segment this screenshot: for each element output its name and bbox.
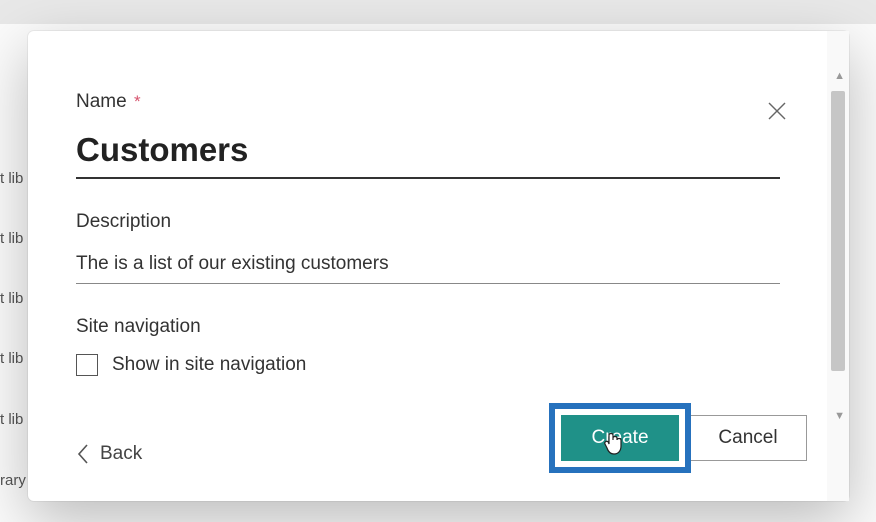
show-in-nav-row: Show in site navigation xyxy=(76,354,779,376)
description-input[interactable] xyxy=(76,247,780,284)
create-button-label: Create xyxy=(591,427,648,449)
cancel-button[interactable]: Cancel xyxy=(689,415,807,461)
create-list-dialog: ▲ ▼ Name * Description Site navigation S… xyxy=(28,31,849,501)
name-field-group: Name * xyxy=(76,91,779,179)
back-button[interactable]: Back xyxy=(76,443,142,465)
scrollbar-track[interactable]: ▲ ▼ xyxy=(827,31,849,501)
dialog-button-row: Create Cancel xyxy=(549,403,807,473)
chevron-left-icon xyxy=(76,443,90,465)
scroll-down-icon[interactable]: ▼ xyxy=(834,411,845,422)
show-in-nav-label: Show in site navigation xyxy=(112,354,306,376)
description-field-group: Description xyxy=(76,211,779,284)
bg-list-item: t lib xyxy=(0,290,23,307)
name-label-text: Name xyxy=(76,91,127,112)
scrollbar-thumb[interactable] xyxy=(831,91,845,371)
name-input[interactable] xyxy=(76,127,780,179)
background-toolbar xyxy=(0,0,876,24)
scroll-up-icon[interactable]: ▲ xyxy=(834,71,845,82)
site-navigation-group: Site navigation Show in site navigation xyxy=(76,316,779,376)
name-label: Name * xyxy=(76,91,779,113)
site-navigation-label: Site navigation xyxy=(76,316,779,338)
bg-list-item: rary xyxy=(0,472,26,489)
bg-list-item: t lib xyxy=(0,170,23,187)
bg-list-item: t lib xyxy=(0,350,23,367)
cancel-button-label: Cancel xyxy=(718,427,777,449)
bg-list-item: t lib xyxy=(0,411,23,428)
required-indicator: * xyxy=(134,92,141,111)
description-label: Description xyxy=(76,211,779,233)
show-in-nav-checkbox[interactable] xyxy=(76,354,98,376)
create-button-highlight: Create xyxy=(549,403,691,473)
back-label: Back xyxy=(100,443,142,465)
create-button[interactable]: Create xyxy=(561,415,679,461)
bg-list-item: t lib xyxy=(0,230,23,247)
